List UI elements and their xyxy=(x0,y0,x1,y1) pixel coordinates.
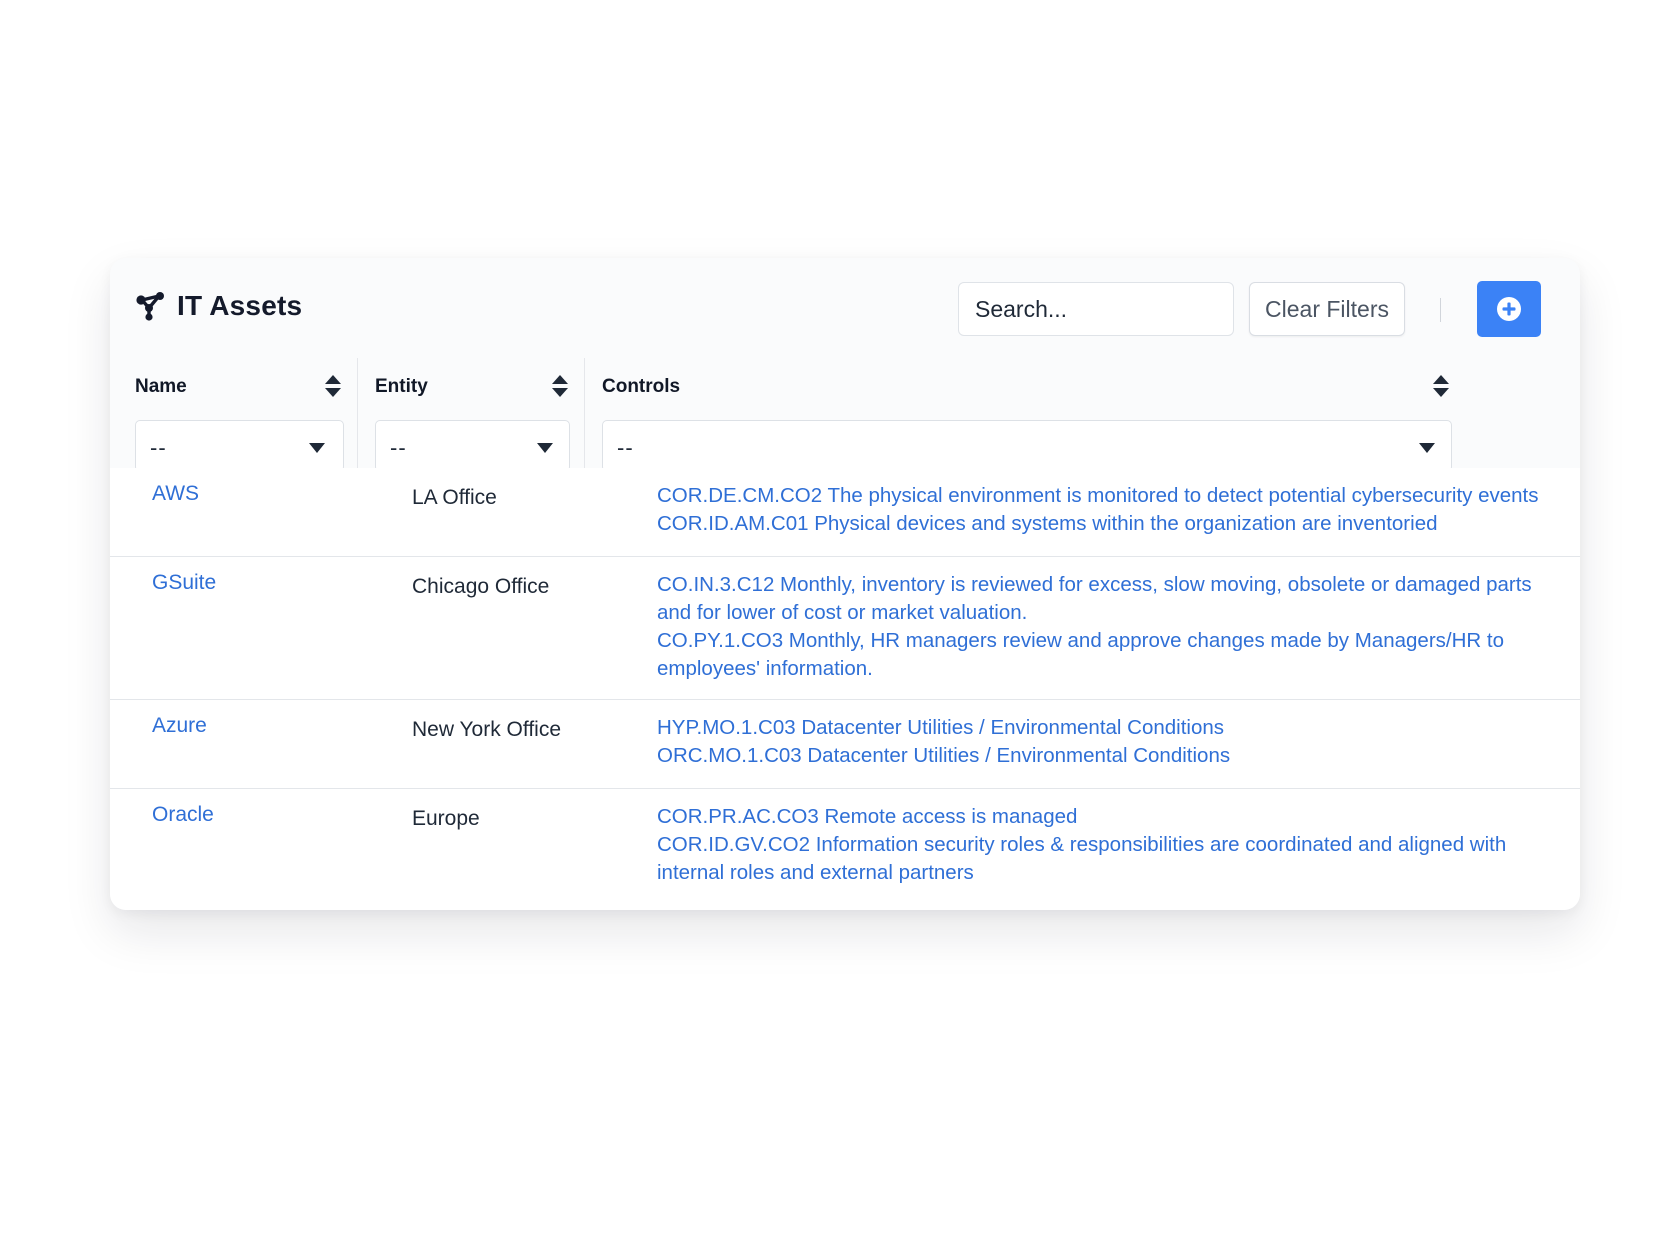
filter-value: -- xyxy=(390,435,407,460)
control-link[interactable]: CO.PY.1.CO3 Monthly, HR managers review … xyxy=(657,627,1547,683)
control-link[interactable]: HYP.MO.1.C03 Datacenter Utilities / Envi… xyxy=(657,714,1547,742)
plus-circle-icon xyxy=(1496,296,1522,322)
control-link[interactable]: ORC.MO.1.C03 Datacenter Utilities / Envi… xyxy=(657,742,1547,770)
name-filter-select[interactable]: -- xyxy=(135,420,344,472)
share-nodes-icon xyxy=(135,291,165,321)
panel-header: IT Assets Clear Filters xyxy=(110,258,1580,368)
asset-name-link[interactable]: GSuite xyxy=(152,571,216,595)
filter-value: -- xyxy=(617,435,634,460)
title-group: IT Assets xyxy=(135,288,302,324)
chevron-down-icon xyxy=(1418,441,1436,453)
asset-entity: New York Office xyxy=(412,718,562,741)
table-row: GSuite Chicago Office CO.IN.3.C12 Monthl… xyxy=(110,557,1580,700)
column-header-name: Name -- xyxy=(135,368,345,472)
control-link[interactable]: COR.ID.AM.C01 Physical devices and syste… xyxy=(657,510,1547,538)
assets-table-body: AWS LA Office COR.DE.CM.CO2 The physical… xyxy=(110,468,1580,910)
asset-entity: LA Office xyxy=(412,486,497,509)
controls-cell: HYP.MO.1.C03 Datacenter Utilities / Envi… xyxy=(657,714,1547,770)
table-row: Oracle Europe COR.PR.AC.CO3 Remote acces… xyxy=(110,789,1580,910)
controls-filter-select[interactable]: -- xyxy=(602,420,1452,472)
column-header-entity: Entity -- xyxy=(375,368,571,472)
filter-value: -- xyxy=(150,435,167,460)
column-divider xyxy=(584,358,585,468)
entity-filter-select[interactable]: -- xyxy=(375,420,570,472)
asset-name-link[interactable]: Azure xyxy=(152,714,207,738)
control-link[interactable]: COR.ID.GV.CO2 Information security roles… xyxy=(657,831,1547,887)
it-assets-panel: IT Assets Clear Filters Name -- xyxy=(110,258,1580,910)
column-label-controls: Controls xyxy=(602,376,681,397)
chevron-down-icon xyxy=(536,441,554,453)
column-header-controls: Controls -- xyxy=(602,368,1452,472)
chevron-down-icon xyxy=(308,441,326,453)
controls-cell: COR.PR.AC.CO3 Remote access is managed C… xyxy=(657,803,1547,887)
control-link[interactable]: CO.IN.3.C12 Monthly, inventory is review… xyxy=(657,571,1547,627)
page-title: IT Assets xyxy=(177,290,303,321)
sort-icon[interactable] xyxy=(1432,374,1450,398)
sort-icon[interactable] xyxy=(324,374,342,398)
control-link[interactable]: COR.DE.CM.CO2 The physical environment i… xyxy=(657,482,1547,510)
asset-name-link[interactable]: Oracle xyxy=(152,803,214,827)
add-asset-button[interactable] xyxy=(1477,281,1541,337)
controls-cell: COR.DE.CM.CO2 The physical environment i… xyxy=(657,482,1547,538)
sort-icon[interactable] xyxy=(551,374,569,398)
clear-filters-button[interactable]: Clear Filters xyxy=(1249,282,1405,336)
controls-cell: CO.IN.3.C12 Monthly, inventory is review… xyxy=(657,571,1547,683)
column-divider xyxy=(357,358,358,468)
control-link[interactable]: COR.PR.AC.CO3 Remote access is managed xyxy=(657,803,1547,831)
column-label-name: Name xyxy=(135,376,187,397)
asset-name-link[interactable]: AWS xyxy=(152,482,199,506)
column-label-entity: Entity xyxy=(375,376,428,397)
search-input[interactable] xyxy=(958,282,1234,336)
toolbar-divider xyxy=(1440,298,1441,322)
asset-entity: Europe xyxy=(412,807,480,830)
asset-entity: Chicago Office xyxy=(412,575,550,598)
table-row: AWS LA Office COR.DE.CM.CO2 The physical… xyxy=(110,468,1580,557)
table-row: Azure New York Office HYP.MO.1.C03 Datac… xyxy=(110,700,1580,789)
